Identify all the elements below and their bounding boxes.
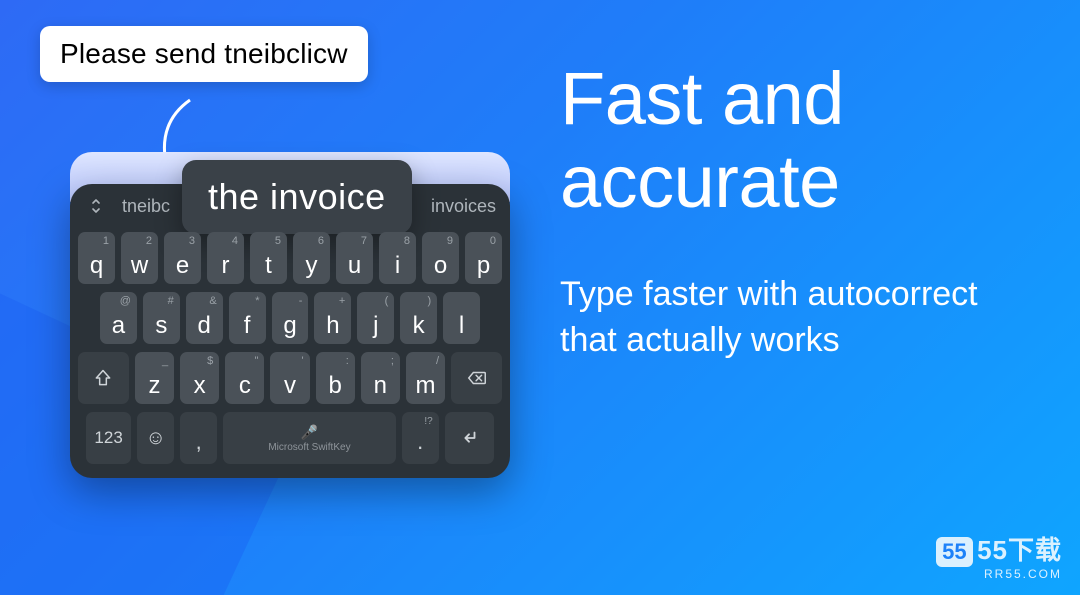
expand-icon[interactable] bbox=[84, 194, 108, 218]
suggestion-left[interactable]: tneibc bbox=[122, 196, 170, 217]
key-f[interactable]: f* bbox=[229, 292, 266, 344]
key-alt: 9 bbox=[447, 235, 453, 247]
key-alt: # bbox=[168, 295, 174, 307]
key-y[interactable]: y6 bbox=[293, 232, 330, 284]
backspace-icon bbox=[466, 367, 488, 389]
shift-key[interactable] bbox=[78, 352, 129, 404]
key-m[interactable]: m/ bbox=[406, 352, 445, 404]
shift-icon bbox=[93, 368, 113, 388]
key-alt: & bbox=[209, 295, 216, 307]
key-k[interactable]: k) bbox=[400, 292, 437, 344]
enter-key[interactable] bbox=[445, 412, 494, 464]
key-x[interactable]: x$ bbox=[180, 352, 219, 404]
key-alt: _ bbox=[162, 355, 168, 367]
key-c[interactable]: c" bbox=[225, 352, 264, 404]
watermark-main: 55下载 bbox=[977, 535, 1062, 565]
key-g[interactable]: g- bbox=[272, 292, 309, 344]
key-row-bottom: 123 ☺ , 🎤 Microsoft SwiftKey !? . bbox=[78, 412, 502, 464]
key-r[interactable]: r4 bbox=[207, 232, 244, 284]
key-e[interactable]: e3 bbox=[164, 232, 201, 284]
key-alt: 5 bbox=[275, 235, 281, 247]
key-v[interactable]: v' bbox=[270, 352, 309, 404]
key-alt: + bbox=[339, 295, 345, 307]
space-key[interactable]: 🎤 Microsoft SwiftKey bbox=[223, 412, 396, 464]
watermark-sub: RR55.COM bbox=[936, 567, 1062, 581]
suggestion-main: the invoice bbox=[208, 176, 386, 217]
key-z[interactable]: z_ bbox=[135, 352, 174, 404]
key-s[interactable]: s# bbox=[143, 292, 180, 344]
key-alt: ' bbox=[301, 355, 303, 367]
backspace-key[interactable] bbox=[451, 352, 502, 404]
key-alt: 7 bbox=[361, 235, 367, 247]
key-alt: 0 bbox=[490, 235, 496, 247]
numbers-key[interactable]: 123 bbox=[86, 412, 131, 464]
marketing-copy: Fast and accurate Type faster with autoc… bbox=[560, 58, 1020, 364]
keyboard: tneibc invoices the invoice q1w2e3r4t5y6… bbox=[70, 184, 510, 478]
key-o[interactable]: o9 bbox=[422, 232, 459, 284]
key-w[interactable]: w2 bbox=[121, 232, 158, 284]
key-alt: * bbox=[255, 295, 259, 307]
period-key[interactable]: !? . bbox=[402, 412, 439, 464]
key-h[interactable]: h+ bbox=[314, 292, 351, 344]
subcopy: Type faster with autocorrect that actual… bbox=[560, 272, 990, 364]
suggestion-popover[interactable]: the invoice bbox=[182, 160, 412, 234]
key-alt: - bbox=[299, 295, 303, 307]
key-alt: ; bbox=[391, 355, 394, 367]
key-i[interactable]: i8 bbox=[379, 232, 416, 284]
key-j[interactable]: j( bbox=[357, 292, 394, 344]
key-b[interactable]: b: bbox=[316, 352, 355, 404]
mic-icon: 🎤 bbox=[301, 424, 318, 438]
typed-text: Please send tneibclicw bbox=[60, 38, 348, 69]
key-alt: @ bbox=[120, 295, 131, 307]
key-d[interactable]: d& bbox=[186, 292, 223, 344]
key-q[interactable]: q1 bbox=[78, 232, 115, 284]
key-p[interactable]: p0 bbox=[465, 232, 502, 284]
typed-text-bubble: Please send tneibclicw bbox=[40, 26, 368, 82]
headline-line-2: accurate bbox=[560, 140, 840, 223]
watermark-badge: 55 bbox=[936, 537, 972, 567]
keyboard-brand: Microsoft SwiftKey bbox=[268, 442, 350, 453]
suggestion-right[interactable]: invoices bbox=[431, 196, 496, 217]
enter-icon bbox=[458, 427, 480, 449]
key-row-2: a@s#d&f*g-h+j(k)l bbox=[78, 292, 502, 344]
headline: Fast and accurate bbox=[560, 58, 1020, 224]
key-alt: 1 bbox=[103, 235, 109, 247]
key-alt: 8 bbox=[404, 235, 410, 247]
headline-line-1: Fast and bbox=[560, 57, 844, 140]
key-alt: 4 bbox=[232, 235, 238, 247]
emoji-icon: ☺ bbox=[145, 427, 165, 450]
key-n[interactable]: n; bbox=[361, 352, 400, 404]
key-row-1: q1w2e3r4t5y6u7i8o9p0 bbox=[78, 232, 502, 284]
key-t[interactable]: t5 bbox=[250, 232, 287, 284]
key-alt: ( bbox=[385, 295, 389, 307]
key-u[interactable]: u7 bbox=[336, 232, 373, 284]
key-alt: ) bbox=[427, 295, 431, 307]
key-alt: 6 bbox=[318, 235, 324, 247]
period-alt: !? bbox=[424, 416, 432, 427]
key-row-3: z_x$c"v'b:n;m/ bbox=[78, 352, 502, 404]
key-alt: : bbox=[346, 355, 349, 367]
key-rows: q1w2e3r4t5y6u7i8o9p0 a@s#d&f*g-h+j(k)l z… bbox=[70, 226, 510, 464]
emoji-key[interactable]: ☺ bbox=[137, 412, 174, 464]
key-alt: 3 bbox=[189, 235, 195, 247]
key-alt: " bbox=[255, 355, 259, 367]
comma-key[interactable]: , bbox=[180, 412, 217, 464]
key-alt: $ bbox=[207, 355, 213, 367]
key-alt: 2 bbox=[146, 235, 152, 247]
key-l[interactable]: l bbox=[443, 292, 480, 344]
watermark: 55 55下载 RR55.COM bbox=[936, 530, 1062, 581]
key-alt: / bbox=[436, 355, 439, 367]
key-a[interactable]: a@ bbox=[100, 292, 137, 344]
